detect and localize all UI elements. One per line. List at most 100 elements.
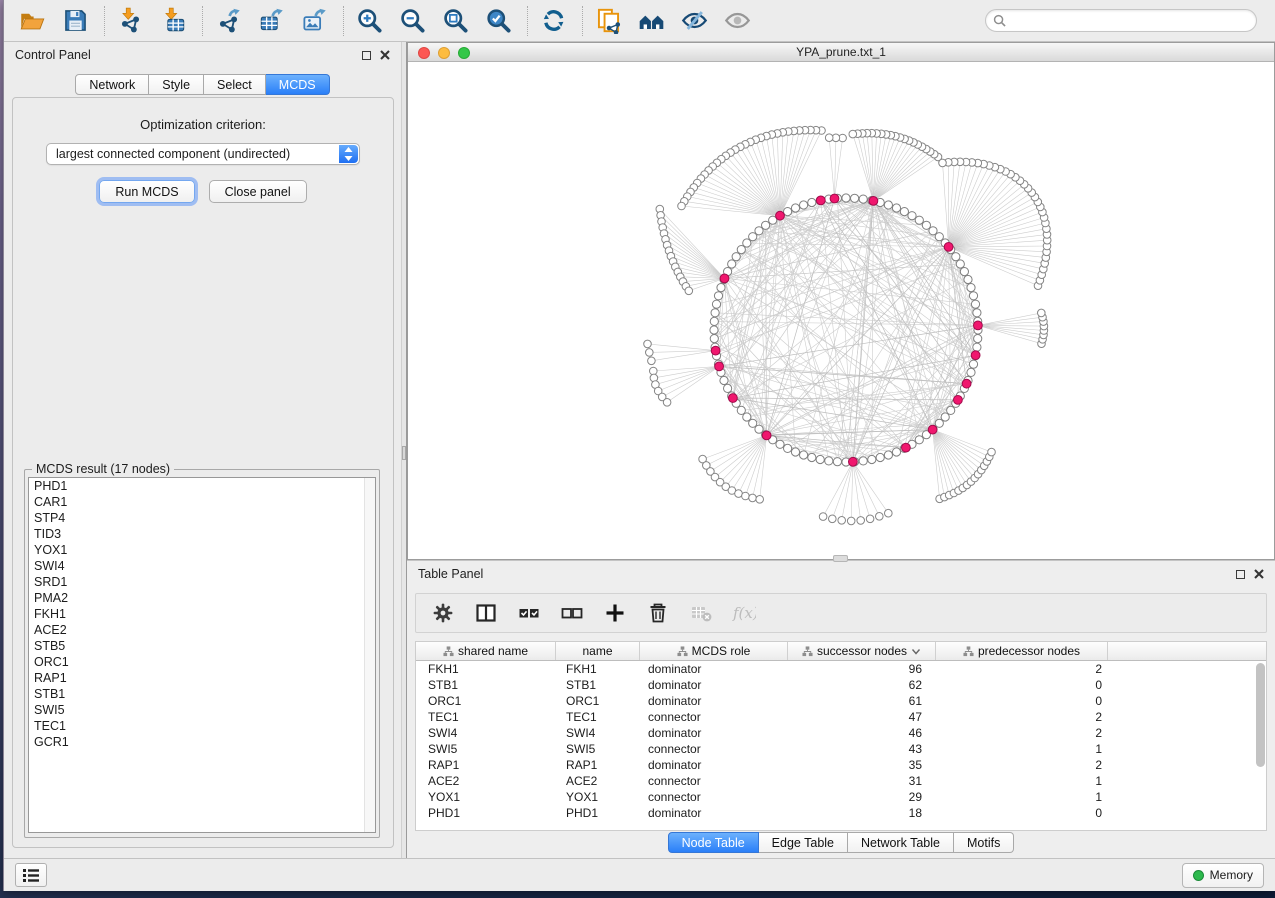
table-row[interactable]: ACE2ACE2connector311 [416,773,1266,789]
close-window-button[interactable] [418,47,430,59]
new-network-from-selection-button[interactable] [592,5,624,37]
mcds-hub-node[interactable] [830,194,839,203]
float-table-panel-icon[interactable] [1236,570,1245,579]
open-file-button[interactable] [16,5,48,37]
mcds-result-item[interactable]: TID3 [29,526,375,542]
mcds-result-item[interactable]: FKH1 [29,606,375,622]
mcds-hub-node[interactable] [944,243,953,252]
zoom-selected-button[interactable] [482,5,514,37]
add-column-button[interactable] [602,600,628,626]
mcds-result-item[interactable]: ACE2 [29,622,375,638]
run-mcds-button[interactable]: Run MCDS [99,180,194,203]
tab-mcds[interactable]: MCDS [266,74,330,95]
column-header-name[interactable]: name [556,642,640,660]
table-row[interactable]: STB1STB1dominator620 [416,677,1266,693]
mcds-hub-node[interactable] [776,211,785,220]
mcds-result-item[interactable]: PHD1 [29,478,375,494]
column-header-MCDS-role[interactable]: MCDS role [640,642,788,660]
clear-selection-button[interactable] [559,600,585,626]
mcds-hub-node[interactable] [902,443,911,452]
splitter-handle[interactable] [402,446,406,460]
task-history-button[interactable] [15,863,47,887]
table-row[interactable]: PHD1PHD1dominator180 [416,805,1266,821]
zoom-in-button[interactable] [353,5,385,37]
table-row[interactable]: ORC1ORC1dominator610 [416,693,1266,709]
column-header-shared-name[interactable]: shared name [416,642,556,660]
export-table-button[interactable] [255,5,287,37]
mcds-result-item[interactable]: STB5 [29,638,375,654]
tab-style[interactable]: Style [149,74,204,95]
mcds-result-item[interactable]: TEC1 [29,718,375,734]
hide-selected-button[interactable] [678,5,710,37]
search-box[interactable] [985,9,1257,32]
mcds-result-item[interactable]: SRD1 [29,574,375,590]
settings-button[interactable] [430,600,456,626]
close-panel-icon[interactable] [380,50,390,60]
mcds-result-item[interactable]: RAP1 [29,670,375,686]
mcds-hub-node[interactable] [715,362,724,371]
mcds-result-item[interactable]: CAR1 [29,494,375,510]
mcds-hub-node[interactable] [720,274,729,283]
float-panel-icon[interactable] [362,51,371,60]
mcds-result-item[interactable]: STB1 [29,686,375,702]
search-input[interactable] [1006,14,1249,28]
tab-motifs[interactable]: Motifs [954,832,1014,853]
table-scrollbar-thumb[interactable] [1256,663,1265,767]
mcds-result-item[interactable]: YOX1 [29,542,375,558]
tab-network[interactable]: Network [75,74,149,95]
table-row[interactable]: SWI5SWI5connector431 [416,741,1266,757]
mcds-result-item[interactable]: STP4 [29,510,375,526]
minimize-window-button[interactable] [438,47,450,59]
mcds-result-item[interactable]: SWI5 [29,702,375,718]
network-canvas[interactable] [408,62,1274,559]
export-image-button[interactable] [298,5,330,37]
mcds-hub-node[interactable] [971,351,980,360]
tab-node-table[interactable]: Node Table [668,832,759,853]
refresh-view-button[interactable] [537,5,569,37]
memory-button[interactable]: Memory [1182,863,1264,888]
optimization-criterion-select[interactable]: largest connected component (undirected) [46,143,360,165]
maximize-window-button[interactable] [458,47,470,59]
mcds-result-list[interactable]: PHD1CAR1STP4TID3YOX1SWI4SRD1PMA2FKH1ACE2… [28,477,376,833]
mcds-hub-node[interactable] [762,431,771,440]
column-header-successor-nodes[interactable]: successor nodes [788,642,936,660]
network-window-title: YPA_prune.txt_1 [796,45,886,59]
table-row[interactable]: TEC1TEC1connector472 [416,709,1266,725]
tab-select[interactable]: Select [204,74,266,95]
table-cell: dominator [640,726,788,740]
table-row[interactable]: YOX1YOX1connector291 [416,789,1266,805]
mcds-result-item[interactable]: PMA2 [29,590,375,606]
table-row[interactable]: FKH1FKH1dominator962 [416,661,1266,677]
mcds-hub-node[interactable] [928,425,937,434]
mcds-hub-node[interactable] [962,379,971,388]
tab-edge-table[interactable]: Edge Table [759,832,848,853]
mcds-hub-node[interactable] [849,457,858,466]
mcds-result-item[interactable]: GCR1 [29,734,375,750]
column-header-predecessor-nodes[interactable]: predecessor nodes [936,642,1108,660]
save-session-button[interactable] [59,5,91,37]
mcds-hub-node[interactable] [816,196,825,205]
first-neighbors-button[interactable] [635,5,667,37]
zoom-out-button[interactable] [396,5,428,37]
mcds-hub-node[interactable] [869,197,878,206]
mcds-hub-node[interactable] [974,321,983,330]
mcds-hub-node[interactable] [729,394,738,403]
close-table-panel-icon[interactable] [1254,569,1264,579]
table-row[interactable]: SWI4SWI4dominator462 [416,725,1266,741]
zoom-fit-button[interactable] [439,5,471,37]
mcds-list-scrollbar[interactable] [364,478,375,832]
close-panel-button[interactable]: Close panel [209,180,307,203]
table-row[interactable]: RAP1RAP1dominator352 [416,757,1266,773]
export-network-button[interactable] [212,5,244,37]
mcds-result-item[interactable]: ORC1 [29,654,375,670]
show-columns-button[interactable] [473,600,499,626]
mcds-hub-node[interactable] [711,346,720,355]
horizontal-splitter-handle[interactable] [833,555,848,562]
mcds-hub-node[interactable] [954,396,963,405]
tab-network-table[interactable]: Network Table [848,832,954,853]
delete-columns-button[interactable] [645,600,671,626]
import-network-button[interactable] [114,5,146,37]
select-all-button[interactable] [516,600,542,626]
import-table-button[interactable] [157,5,189,37]
mcds-result-item[interactable]: SWI4 [29,558,375,574]
